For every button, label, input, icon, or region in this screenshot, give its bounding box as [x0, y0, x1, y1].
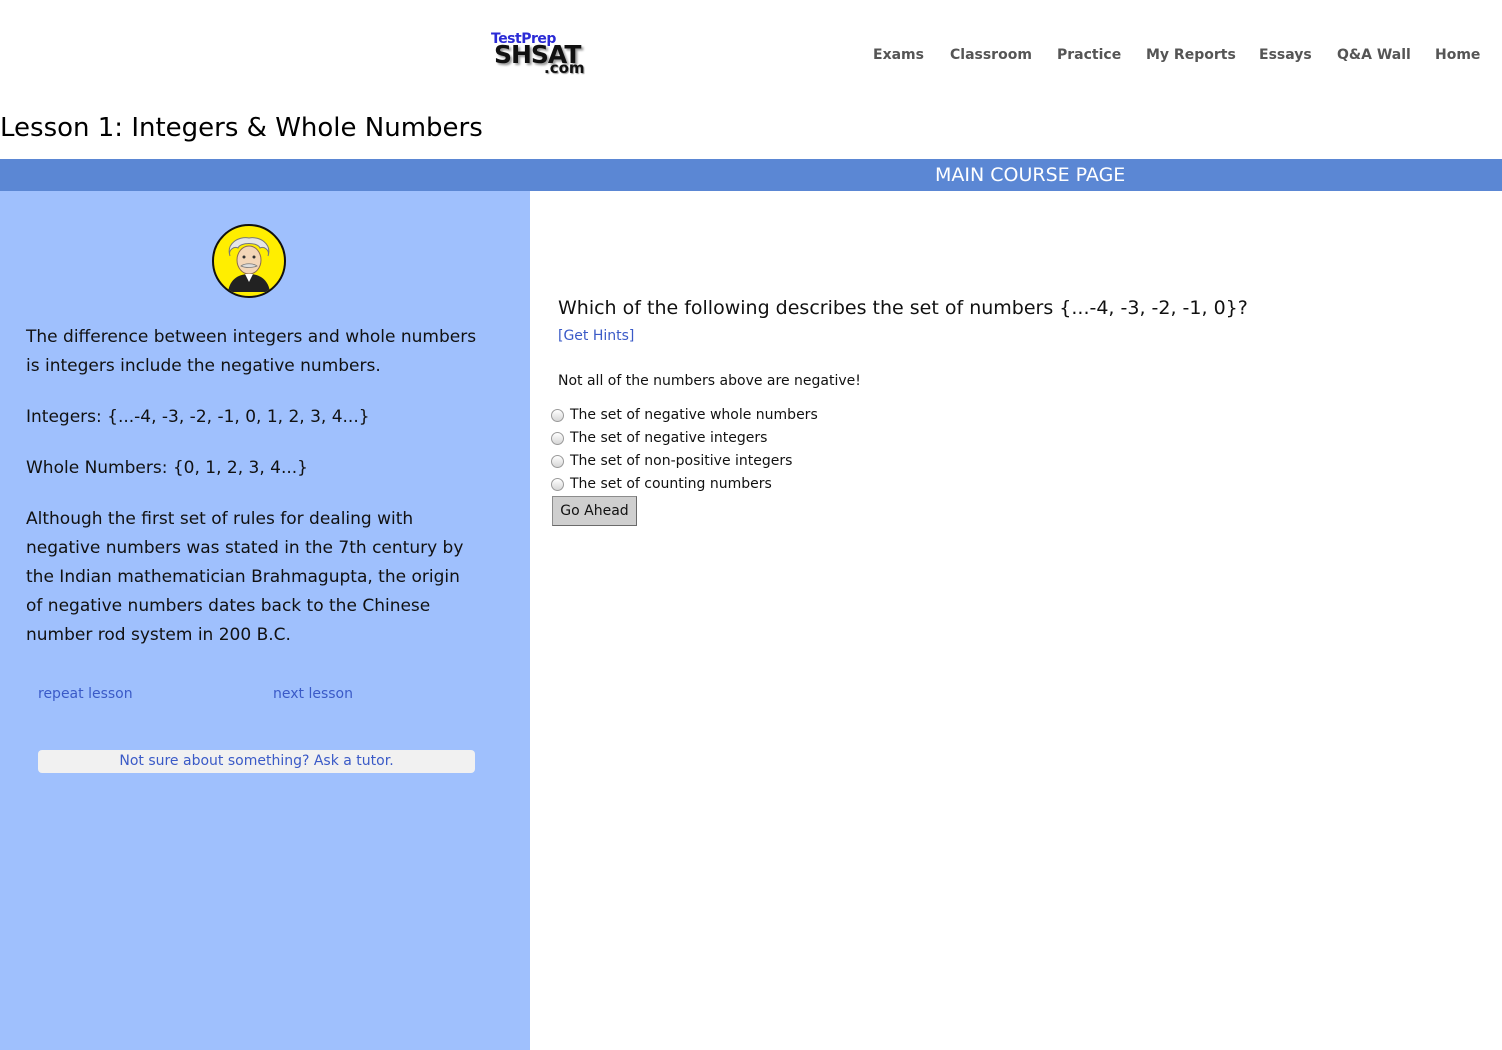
main-nav: Exams Classroom Practice My Reports Essa…: [0, 45, 1502, 65]
answer-option-4[interactable]: The set of counting numbers: [551, 474, 772, 494]
go-ahead-button[interactable]: Go Ahead: [552, 496, 637, 526]
ask-tutor-link[interactable]: Not sure about something? Ask a tutor.: [38, 750, 475, 773]
nav-qa-wall[interactable]: Q&A Wall: [1337, 45, 1411, 65]
lesson-paragraph-whole-numbers: Whole Numbers: {0, 1, 2, 3, 4...}: [26, 458, 309, 478]
lesson-panel: The difference between integers and whol…: [0, 191, 530, 1050]
next-lesson-link[interactable]: next lesson: [273, 685, 353, 703]
radio-button[interactable]: [551, 431, 564, 445]
page-title: Lesson 1: Integers & Whole Numbers: [0, 113, 483, 143]
answer-option-2[interactable]: The set of negative integers: [551, 428, 767, 448]
answer-option-1[interactable]: The set of negative whole numbers: [551, 405, 818, 425]
radio-button[interactable]: [551, 408, 564, 422]
nav-exams[interactable]: Exams: [873, 45, 924, 65]
quiz-question: Which of the following describes the set…: [558, 297, 1248, 319]
nav-practice[interactable]: Practice: [1057, 45, 1121, 65]
nav-essays[interactable]: Essays: [1259, 45, 1312, 65]
answer-option-3[interactable]: The set of non-positive integers: [551, 451, 792, 471]
lesson-paragraph-history: Although the first set of rules for deal…: [26, 509, 464, 645]
nav-classroom[interactable]: Classroom: [950, 45, 1032, 65]
lesson-paragraph-integers: Integers: {...-4, -3, -2, -1, 0, 1, 2, 3…: [26, 407, 370, 427]
repeat-lesson-link[interactable]: repeat lesson: [38, 685, 133, 703]
answer-option-label: The set of counting numbers: [570, 476, 772, 492]
radio-button[interactable]: [551, 454, 564, 468]
radio-button[interactable]: [551, 477, 564, 491]
main-course-page-link[interactable]: MAIN COURSE PAGE: [935, 164, 1125, 186]
lesson-paragraph-difference: The difference between integers and whol…: [26, 327, 477, 376]
answer-option-label: The set of negative integers: [570, 430, 768, 446]
main-course-banner[interactable]: MAIN COURSE PAGE: [0, 159, 1502, 191]
answer-option-label: The set of negative whole numbers: [570, 407, 818, 423]
answer-option-label: The set of non-positive integers: [570, 453, 793, 469]
einstein-avatar-icon: [212, 224, 286, 298]
answer-feedback: Not all of the numbers above are negativ…: [558, 373, 861, 389]
nav-home[interactable]: Home: [1435, 45, 1480, 65]
nav-my-reports[interactable]: My Reports: [1146, 45, 1236, 65]
get-hints-link[interactable]: [Get Hints]: [558, 327, 634, 345]
